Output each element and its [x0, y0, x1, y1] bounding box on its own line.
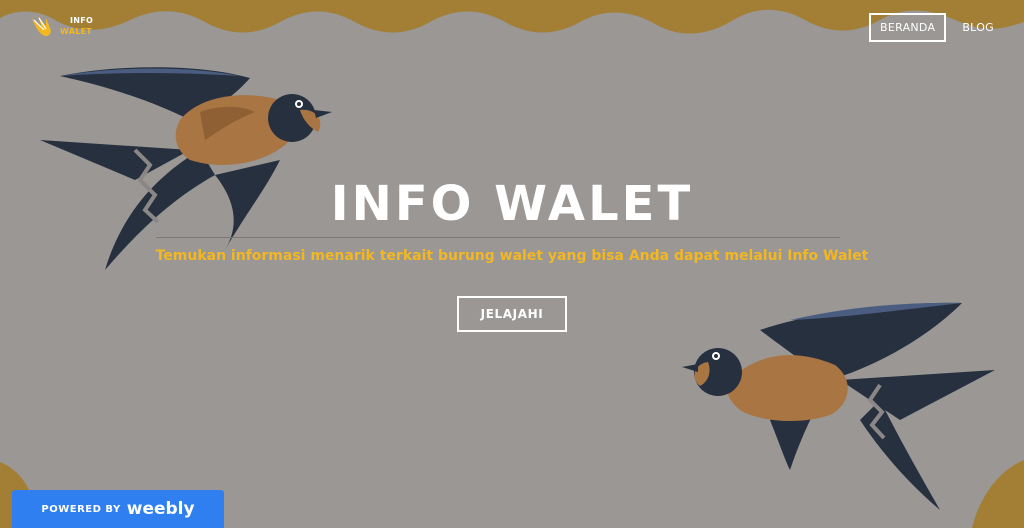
swallow-bird-left-illustration: [40, 67, 332, 270]
background-decoration: [0, 0, 1024, 528]
hero-title: INFO WALET: [330, 176, 694, 232]
page: INFO WALET BERANDA BLOG INFO WALET Temuk…: [0, 0, 1024, 528]
nav-item-blog[interactable]: BLOG: [962, 21, 994, 34]
swallow-logo-icon: [32, 16, 51, 36]
explore-button[interactable]: JELAJAHI: [457, 296, 567, 332]
bottom-right-wave-decoration: [972, 460, 1024, 528]
weebly-brand-label: weebly: [126, 499, 195, 519]
powered-by-label: POWERED BY: [41, 503, 121, 515]
logo-text-line2: WALET: [60, 27, 93, 36]
logo-text: INFO WALET: [60, 15, 93, 37]
hero-divider: [156, 237, 840, 238]
hero-subtitle: Temukan informasi menarik terkait burung…: [155, 248, 869, 264]
powered-by-weebly-badge[interactable]: POWERED BY weebly: [12, 490, 224, 528]
main-nav: BERANDA BLOG: [868, 13, 994, 42]
swallow-bird-right-illustration: [682, 302, 995, 510]
site-logo[interactable]: INFO WALET: [30, 14, 93, 38]
logo-text-line1: INFO: [70, 16, 94, 25]
nav-item-beranda[interactable]: BERANDA: [868, 13, 947, 42]
